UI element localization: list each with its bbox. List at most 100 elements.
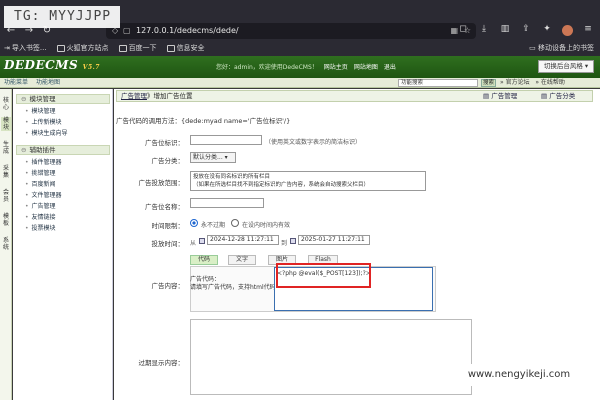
- help-link[interactable]: » 在线帮助: [535, 79, 565, 86]
- collapse-icon: ⊖: [21, 146, 27, 154]
- menu-item[interactable]: 模块管理: [25, 108, 56, 115]
- main-panel: 广告管理》增加广告位置 ▤ 广告管理 ▤ 广告分类 广告代码的调用方法：{ded…: [114, 89, 600, 400]
- side-tab[interactable]: 核心: [1, 97, 11, 111]
- expire-label: 过期显示内容：: [138, 359, 185, 367]
- top-nav: 您好：admin，欢迎使用DedeCMS！ 网站主页 网站地图 退出: [216, 62, 396, 71]
- doc-icon: ▤: [541, 92, 550, 100]
- code-hint: 请填写广告代码，支持html代码: [190, 284, 276, 291]
- top-nav-link[interactable]: 网站主页: [324, 62, 348, 71]
- time-valid-radio[interactable]: [231, 219, 239, 227]
- menu-group-header[interactable]: ⊖ 辅助插件: [16, 145, 110, 155]
- bookmark-item[interactable]: 百度一下: [118, 43, 157, 53]
- forum-link[interactable]: » 官方论坛: [500, 79, 530, 86]
- function-menu-tab[interactable]: 功能菜单: [4, 78, 28, 88]
- ad-category-link[interactable]: ▤ 广告分类: [541, 91, 575, 101]
- account-avatar[interactable]: [562, 25, 573, 36]
- download-icon[interactable]: ⤓: [478, 24, 490, 36]
- side-tab[interactable]: 采集: [1, 165, 11, 179]
- sub-nav: 功能菜单 功能地图: [4, 78, 60, 88]
- side-tab[interactable]: 模块: [1, 117, 11, 131]
- ad-type-select[interactable]: 默认分类... ▾: [190, 152, 236, 163]
- library-icon[interactable]: ▥: [499, 24, 511, 36]
- menu-item[interactable]: 上传新模块: [25, 119, 62, 126]
- menu-item[interactable]: 友情链接: [25, 214, 56, 221]
- folder-icon: [118, 44, 127, 52]
- toolbar-icons: ◻ ⤓ ▥ ⇪ ✦ ≡: [457, 24, 594, 36]
- bookmark-item[interactable]: 火狐官方站点: [56, 43, 109, 53]
- welcome-text: 您好：admin，欢迎使用DedeCMS！: [216, 64, 318, 71]
- content-label: 广告内容：: [151, 282, 185, 290]
- bookmarks-bar: ⇥ 导入书签... 火狐官方站点 百度一下 信息安全 ▭ 移动设备上的书签: [0, 40, 600, 56]
- menu-item[interactable]: 插件管理器: [25, 159, 62, 166]
- function-map-tab[interactable]: 功能地图: [36, 78, 60, 88]
- collapse-icon: ⊖: [21, 95, 27, 103]
- menu-item[interactable]: 模块生成向导: [25, 130, 68, 137]
- end-time-input[interactable]: 2025-01-27 11:27:11: [298, 235, 370, 245]
- dedecms-logo: DEDECMS V5.7: [4, 58, 100, 72]
- side-tab-strip: 核心 模块 生成 采集 会员 模板 系统: [0, 89, 12, 400]
- channel-option: 投放在没有同名标识的所有栏目: [193, 174, 271, 180]
- left-menu: ⊖模块管理 模块管理 上传新模块 模块生成向导 ⊖辅助插件 插件管理器 挑错管理…: [13, 89, 113, 400]
- expire-content-textarea[interactable]: [190, 319, 472, 395]
- menu-item[interactable]: 百度新闻: [25, 181, 56, 188]
- time-valid-label: 在设内时间内有效: [242, 222, 291, 229]
- calendar-icon[interactable]: [199, 238, 205, 244]
- watermark-top: TG: MYYJJPP: [4, 6, 120, 28]
- top-nav-link[interactable]: 网站地图: [354, 62, 378, 71]
- side-tab[interactable]: 系统: [1, 237, 11, 251]
- function-search-input[interactable]: 功能搜索: [398, 79, 478, 87]
- menu-item[interactable]: 文件管理器: [25, 192, 62, 199]
- menu-item[interactable]: 挑错管理: [25, 170, 56, 177]
- bookmark-item[interactable]: ⇥ 导入书签...: [4, 43, 47, 53]
- pocket-icon[interactable]: ◻: [457, 24, 469, 36]
- channel-select[interactable]: 投放在没有同名标识的所有栏目 （如果在所选栏目找不到指定标识的广告内容，系统会自…: [190, 171, 426, 191]
- side-tab[interactable]: 会员: [1, 189, 11, 203]
- name-label: 广告位名称：: [145, 203, 184, 211]
- import-icon: ⇥: [4, 44, 10, 52]
- side-tab[interactable]: 生成: [1, 141, 11, 155]
- code-label: 广告代码： 请填写广告代码，支持html代码: [190, 276, 276, 291]
- sub-nav-right: » 官方论坛 » 在线帮助: [500, 79, 565, 87]
- bookmark-item[interactable]: 信息安全: [166, 43, 205, 53]
- channel-note: （如果在所选栏目找不到指定标识的广告内容，系统会自动搜索父栏目）: [193, 182, 370, 188]
- side-tab[interactable]: 模板: [1, 213, 11, 227]
- extensions-icon[interactable]: ✦: [541, 24, 553, 36]
- menu-item[interactable]: 广告管理: [25, 203, 56, 210]
- time-limit-label: 时间限制：: [151, 222, 185, 230]
- highlight-box: [276, 263, 371, 288]
- url-text: 127.0.0.1/dedecms/dede/: [136, 26, 239, 35]
- calendar-icon[interactable]: [290, 238, 296, 244]
- menu-group-header[interactable]: ⊖ 模块管理: [16, 94, 110, 104]
- share-icon[interactable]: ⇪: [520, 24, 532, 36]
- doc-icon: ▤: [483, 92, 492, 100]
- menu-item[interactable]: 投票模块: [25, 225, 56, 232]
- page-title-bar: 广告管理》增加广告位置 ▤ 广告管理 ▤ 广告分类: [116, 90, 593, 102]
- switch-style-button[interactable]: 切换后台风格 ▾: [538, 60, 594, 73]
- tab-text[interactable]: 文字: [228, 255, 256, 265]
- menu-icon[interactable]: ≡: [582, 24, 594, 36]
- breadcrumb-link[interactable]: 广告管理: [121, 92, 147, 100]
- ad-name-input[interactable]: [190, 198, 264, 208]
- folder-icon: [56, 44, 65, 52]
- folder-icon: ▭: [529, 44, 538, 52]
- breadcrumb-current: 》增加广告位置: [147, 92, 193, 100]
- address-bar[interactable]: ◇ ▢ 127.0.0.1/dedecms/dede/ ▦ ☆: [106, 23, 476, 39]
- adid-hint: （使用英文或数字表示的简洁标识）: [265, 139, 362, 146]
- type-label: 广告分类：: [151, 157, 185, 165]
- page-info-icon: ▢: [123, 26, 131, 35]
- ad-manage-link[interactable]: ▤ 广告管理: [483, 91, 517, 101]
- tab-code[interactable]: 代码: [190, 255, 218, 265]
- call-method-tip: 广告代码的调用方法：{dede:myad name='广告位标识'/}: [116, 117, 291, 125]
- mobile-bookmarks[interactable]: ▭ 移动设备上的书签: [529, 40, 594, 56]
- top-nav-link[interactable]: 退出: [384, 62, 396, 71]
- period-label: 投放时间：: [151, 240, 185, 248]
- never-expire-radio[interactable]: [190, 219, 198, 227]
- folder-icon: [166, 44, 175, 52]
- search-button[interactable]: 搜索: [481, 79, 496, 87]
- adid-input[interactable]: [190, 135, 262, 145]
- watermark-bottom: www.nengyikeji.com: [452, 364, 586, 386]
- cms-header: DEDECMS V5.7 您好：admin，欢迎使用DedeCMS！ 网站主页 …: [0, 56, 600, 78]
- to-text: 到: [281, 240, 288, 247]
- start-time-input[interactable]: 2024-12-28 11:27:11: [207, 235, 279, 245]
- from-text: 从: [190, 240, 197, 247]
